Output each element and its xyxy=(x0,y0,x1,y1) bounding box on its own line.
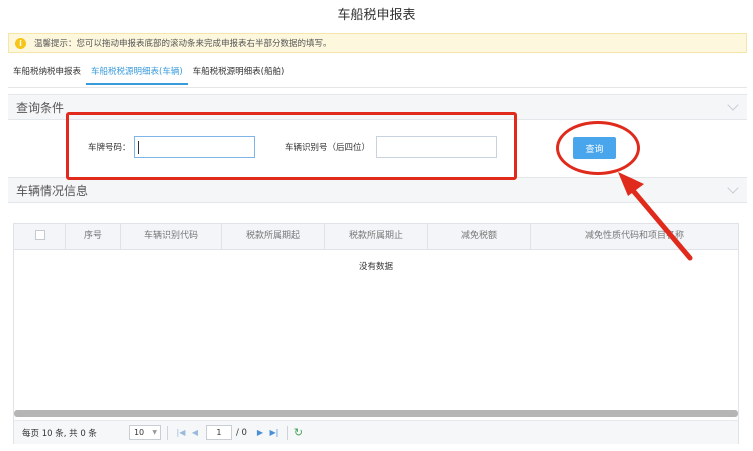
vehicle-table: 序号 车辆识别代码 税款所属期起 税款所属期止 减免税额 减免性质代码和项目名称… xyxy=(13,223,739,444)
vin-input[interactable] xyxy=(376,136,497,158)
column-header[interactable]: 税款所属期止 xyxy=(325,224,428,249)
divider xyxy=(166,425,168,440)
page-size-select[interactable]: 10 ▼ xyxy=(128,425,161,440)
pager-summary: 每页 10 条, 共 0 条 xyxy=(22,428,97,439)
empty-message: 没有数据 xyxy=(358,262,393,272)
notice-text: 温馨提示：您可以拖动申报表底部的滚动条来完成申报表右半部分数据的填写。 xyxy=(34,39,332,49)
refresh-icon[interactable]: ↻ xyxy=(294,426,303,439)
query-button[interactable]: 查询 xyxy=(573,137,616,159)
vehicle-panel-title: 车辆情况信息 xyxy=(16,183,89,198)
tab-vessel-source[interactable]: 车船税税源明细表(船舶) xyxy=(188,63,290,85)
tabs-divider xyxy=(8,87,747,88)
plate-number-input[interactable] xyxy=(134,136,255,158)
select-all-cell xyxy=(14,224,66,249)
chevron-down-icon[interactable] xyxy=(727,182,739,194)
next-page-icon[interactable]: ▶ xyxy=(253,428,267,437)
prev-page-icon[interactable]: ◀ xyxy=(188,428,202,437)
query-panel-header[interactable]: 查询条件 xyxy=(8,94,747,120)
column-header[interactable]: 车辆识别代码 xyxy=(121,224,222,249)
text-caret xyxy=(138,141,139,154)
last-page-icon[interactable]: ▶| xyxy=(267,428,281,437)
tab-bar: 车船税纳税申报表 车船税税源明细表(车辆) 车船税税源明细表(船舶) xyxy=(8,63,289,85)
horizontal-scrollbar[interactable] xyxy=(14,410,738,417)
query-panel-title: 查询条件 xyxy=(16,100,65,115)
column-header[interactable]: 税款所属期起 xyxy=(222,224,325,249)
notice-bar: i 温馨提示：您可以拖动申报表底部的滚动条来完成申报表右半部分数据的填写。 xyxy=(8,33,747,53)
plate-number-label: 车牌号码： xyxy=(88,143,131,153)
column-header[interactable]: 减免性质代码和项目名称 xyxy=(531,224,738,249)
select-all-checkbox[interactable] xyxy=(34,229,45,240)
dropdown-arrow-icon: ▼ xyxy=(152,429,157,436)
total-pages: / 0 xyxy=(235,427,247,438)
page-number-input[interactable]: 1 xyxy=(205,425,232,440)
tab-vehicle-source[interactable]: 车船税税源明细表(车辆) xyxy=(86,63,188,85)
column-header[interactable]: 减免税额 xyxy=(428,224,531,249)
page-title: 车船税申报表 xyxy=(337,8,416,23)
vehicle-panel-header[interactable]: 车辆情况信息 xyxy=(8,177,747,203)
table-header: 序号 车辆识别代码 税款所属期起 税款所属期止 减免税额 减免性质代码和项目名称 xyxy=(14,224,738,250)
chevron-down-icon[interactable] xyxy=(727,99,739,111)
vin-label: 车辆识别号（后四位） xyxy=(285,143,371,153)
divider xyxy=(286,425,288,440)
pagination-bar: 每页 10 条, 共 0 条 10 ▼ |◀ ◀ 1 / 0 ▶ ▶| ↻ xyxy=(14,420,738,444)
tab-tax-return[interactable]: 车船税纳税申报表 xyxy=(8,63,86,85)
column-header[interactable]: 序号 xyxy=(66,224,121,249)
query-form: 车牌号码： 车辆识别号（后四位） xyxy=(8,121,747,177)
info-icon: i xyxy=(15,37,26,49)
first-page-icon[interactable]: |◀ xyxy=(174,428,188,437)
